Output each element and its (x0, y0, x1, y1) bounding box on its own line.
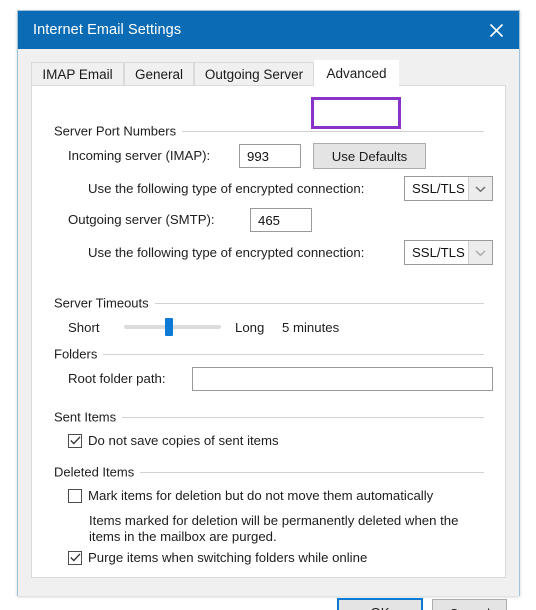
outgoing-server-port-input[interactable]: 465 (250, 208, 312, 232)
tab-outgoing-server[interactable]: Outgoing Server (194, 62, 314, 86)
outgoing-encryption-label: Use the following type of encrypted conn… (88, 245, 365, 260)
cancel-button[interactable]: Cancel (432, 599, 507, 610)
server-timeout-slider[interactable] (124, 317, 221, 337)
checkbox-checked-icon (68, 550, 82, 565)
tabstrip-divider (31, 85, 506, 86)
checkbox-checked-icon (68, 433, 82, 448)
outgoing-encryption-select[interactable]: SSL/TLS (404, 240, 493, 265)
outgoing-encryption-value: SSL/TLS (412, 245, 465, 260)
timeout-short-label: Short (68, 320, 100, 335)
dialog-title: Internet Email Settings (33, 22, 182, 38)
group-label-folders: Folders (54, 346, 104, 362)
tab-outgoing-server-label: Outgoing Server (204, 67, 304, 82)
internet-email-settings-dialog: Internet Email Settings IMAP Email Gener… (17, 10, 520, 610)
do-not-save-sent-items-checkbox[interactable]: Do not save copies of sent items (68, 433, 279, 448)
purge-items-label: Purge items when switching folders while… (88, 550, 368, 565)
tabstrip: IMAP Email General Outgoing Server Advan… (31, 60, 506, 87)
advanced-tab-panel: Server Port Numbers Incoming server (IMA… (31, 86, 506, 578)
chevron-down-icon (468, 177, 492, 200)
tab-general[interactable]: General (124, 62, 194, 86)
tab-general-label: General (134, 67, 184, 82)
incoming-server-label: Incoming server (IMAP): (68, 148, 211, 163)
tab-imap-email-label: IMAP Email (42, 67, 113, 82)
deleted-items-help-text: Items marked for deletion will be perman… (89, 513, 459, 544)
tab-imap-email[interactable]: IMAP Email (31, 62, 124, 86)
group-label-deleted-items: Deleted Items (54, 464, 141, 480)
root-folder-path-label: Root folder path: (68, 371, 166, 386)
timeout-long-label: Long (235, 320, 265, 335)
mark-items-for-deletion-checkbox[interactable]: Mark items for deletion but do not move … (68, 488, 433, 503)
purge-items-checkbox[interactable]: Purge items when switching folders while… (68, 550, 367, 565)
group-line-folders (54, 354, 484, 355)
dialog-body: IMAP Email General Outgoing Server Advan… (18, 49, 519, 610)
close-icon[interactable] (473, 11, 519, 49)
dialog-titlebar: Internet Email Settings (18, 11, 519, 49)
incoming-encryption-value: SSL/TLS (412, 181, 465, 196)
ok-button[interactable]: OK (337, 598, 423, 610)
outgoing-server-label: Outgoing server (SMTP): (68, 212, 215, 227)
do-not-save-sent-items-label: Do not save copies of sent items (88, 433, 279, 448)
screen: Internet Email Settings IMAP Email Gener… (0, 0, 536, 610)
slider-thumb[interactable] (164, 318, 173, 336)
timeout-value-label: 5 minutes (282, 320, 340, 335)
tab-advanced[interactable]: Advanced (314, 60, 399, 87)
group-label-sent-items: Sent Items (54, 409, 123, 425)
use-defaults-button[interactable]: Use Defaults (313, 143, 426, 169)
incoming-encryption-label: Use the following type of encrypted conn… (88, 181, 365, 196)
incoming-encryption-select[interactable]: SSL/TLS (404, 176, 493, 201)
root-folder-path-input[interactable] (192, 367, 493, 391)
tab-advanced-label: Advanced (326, 66, 387, 81)
checkbox-unchecked-icon (68, 488, 82, 503)
chevron-down-icon (468, 241, 492, 264)
incoming-server-port-input[interactable]: 993 (239, 144, 301, 168)
group-label-server-timeouts: Server Timeouts (54, 295, 155, 311)
group-label-server-port-numbers: Server Port Numbers (54, 123, 183, 139)
mark-items-for-deletion-label: Mark items for deletion but do not move … (88, 488, 434, 503)
